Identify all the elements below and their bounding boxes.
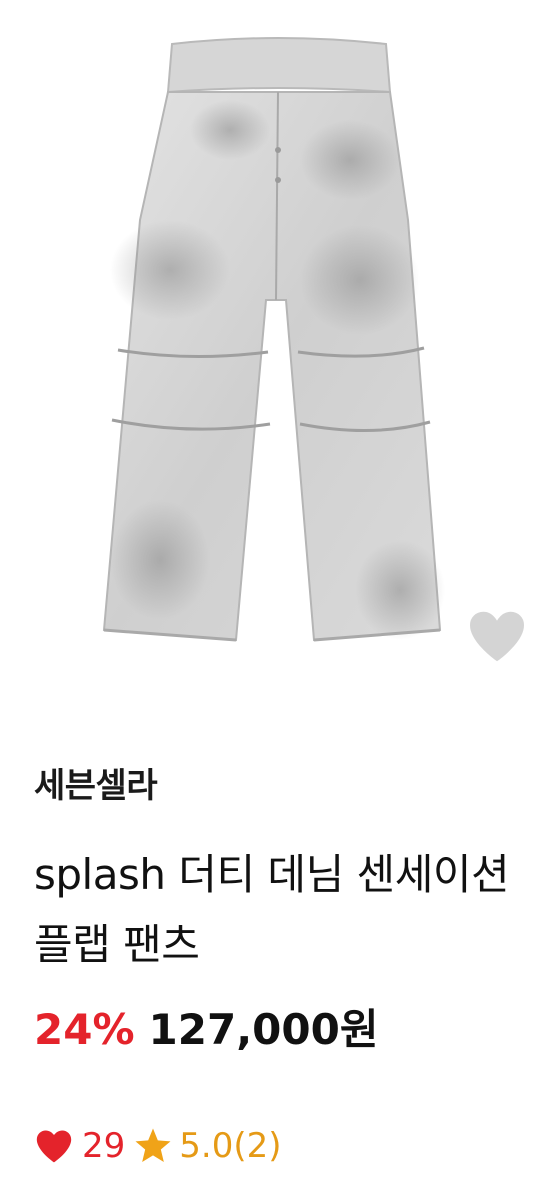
- product-image-area[interactable]: [0, 0, 554, 700]
- product-image: [0, 0, 554, 700]
- price-row: 24% 127,000원: [34, 1002, 378, 1058]
- product-title[interactable]: splash 더티 데님 센세이션 플랩 팬츠: [34, 840, 514, 980]
- heart-outline-icon: [466, 608, 528, 666]
- likes-count: 29: [82, 1126, 126, 1166]
- discount-rate: 24%: [34, 1005, 135, 1054]
- rating: 5.0(2): [179, 1126, 282, 1166]
- meta-row: 29 5.0(2): [34, 1124, 282, 1168]
- heart-icon: [34, 1128, 74, 1164]
- wishlist-button[interactable]: [462, 604, 532, 668]
- brand-name[interactable]: 세븐셀라: [34, 758, 158, 807]
- product-card[interactable]: 세븐셀라 splash 더티 데님 센세이션 플랩 팬츠 24% 127,000원…: [0, 0, 554, 1200]
- star-icon: [133, 1126, 173, 1166]
- price: 127,000원: [148, 1005, 379, 1054]
